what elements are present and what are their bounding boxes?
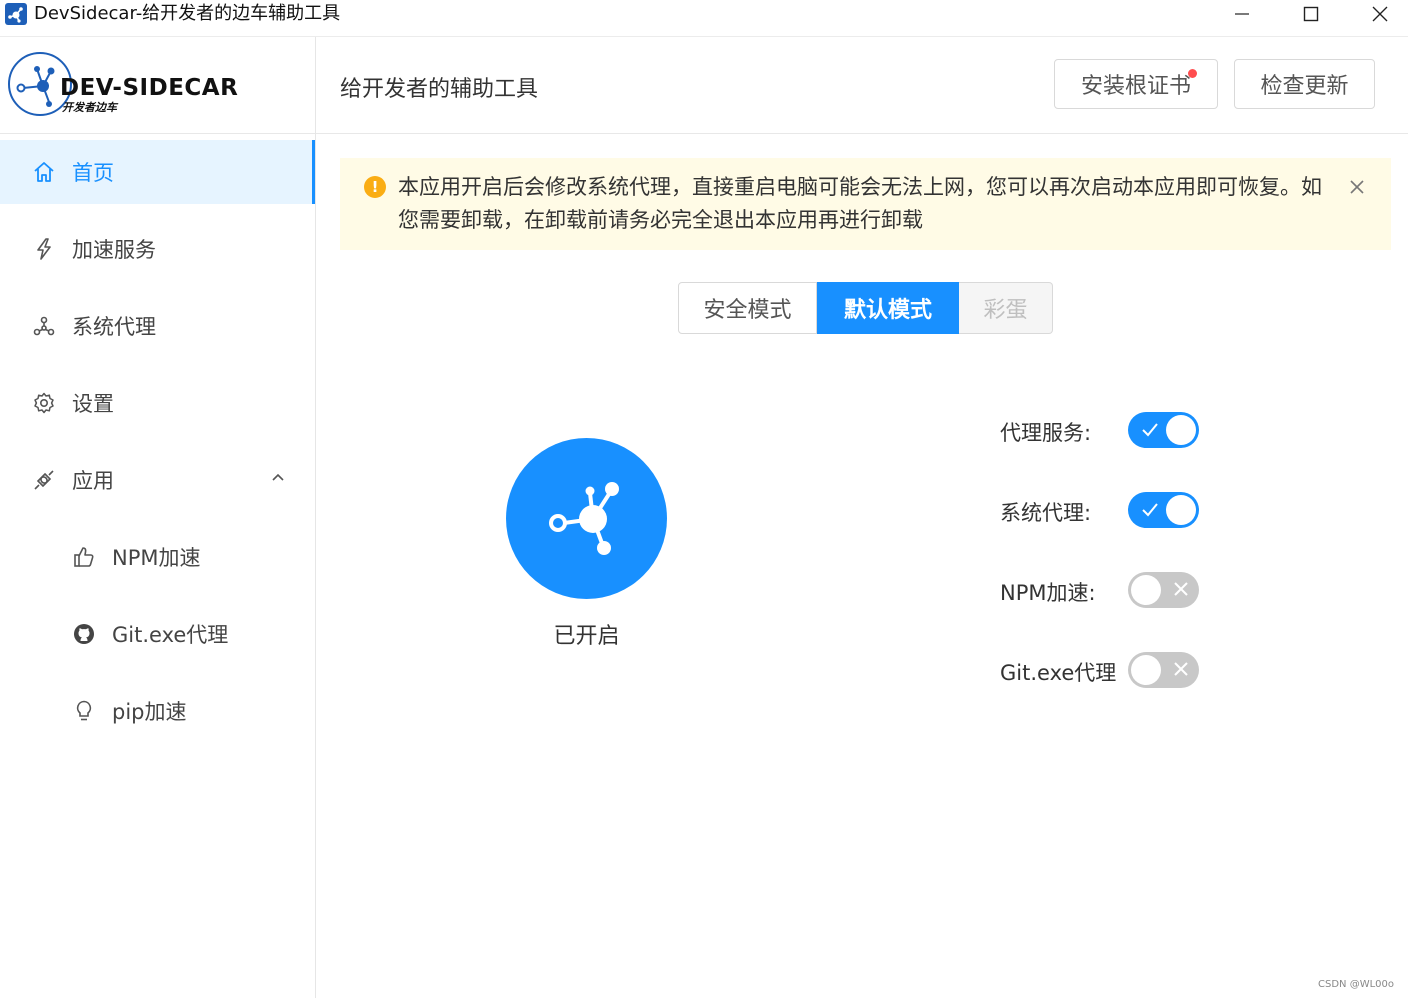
switch-knob	[1131, 655, 1161, 685]
check-update-button[interactable]: 检查更新	[1234, 59, 1375, 109]
switch-knob	[1166, 415, 1196, 445]
mode-easter-egg-button[interactable]: 彩蛋	[959, 282, 1053, 334]
x-icon	[1174, 662, 1188, 676]
thumbs-up-icon	[72, 545, 96, 569]
sidebar: DEV-SIDECAR 开发者边车 首页 加速服务 系统代理 设置 应用 NPM…	[0, 37, 316, 998]
proxy-service-label: 代理服务:	[1000, 421, 1092, 445]
bulb-icon	[72, 699, 96, 723]
window-titlebar: DevSidecar-给开发者的边车辅助工具	[0, 0, 1408, 37]
close-icon	[1372, 6, 1388, 22]
switch-knob	[1166, 495, 1196, 525]
network-icon	[32, 314, 56, 338]
npm-acceleration-switch[interactable]	[1128, 572, 1199, 608]
status-label: 已开启	[553, 624, 620, 649]
install-cert-button[interactable]: 安装根证书	[1054, 59, 1218, 109]
sidebar-item-home[interactable]: 首页	[0, 140, 315, 204]
system-proxy-switch[interactable]	[1128, 492, 1199, 528]
sidebar-item-apps[interactable]: 应用	[0, 448, 315, 512]
sidebar-item-label: pip加速	[112, 700, 187, 724]
hub-icon	[549, 482, 619, 555]
window-title: DevSidecar-给开发者的边车辅助工具	[34, 3, 341, 24]
check-icon	[1142, 503, 1158, 517]
header: 给开发者的辅助工具 安装根证书 检查更新	[316, 37, 1408, 134]
x-icon	[1174, 582, 1188, 596]
system-proxy-label: 系统代理:	[1000, 501, 1092, 525]
main-toggle-button[interactable]	[506, 438, 667, 599]
maximize-icon	[1303, 6, 1319, 22]
github-icon	[72, 622, 96, 646]
minimize-icon	[1235, 13, 1249, 15]
sidebar-item-label: 系统代理	[72, 315, 156, 339]
sidebar-item-settings[interactable]: 设置	[0, 371, 315, 435]
sidebar-item-label: 设置	[72, 392, 114, 416]
install-cert-label: 安装根证书	[1080, 74, 1191, 99]
git-proxy-label: Git.exe代理	[1000, 661, 1117, 685]
logo-text: DEV-SIDECAR	[60, 75, 239, 101]
home-icon	[32, 160, 56, 184]
maximize-button[interactable]	[1283, 0, 1339, 30]
mode-safe-button[interactable]: 安全模式	[678, 282, 817, 334]
npm-acceleration-label: NPM加速:	[1000, 581, 1096, 605]
switch-knob	[1131, 575, 1161, 605]
watermark: CSDN @WL00o	[1318, 979, 1394, 990]
page-title: 给开发者的辅助工具	[340, 77, 539, 102]
sidebar-item-system-proxy[interactable]: 系统代理	[0, 294, 315, 358]
logo-subtext: 开发者边车	[62, 101, 117, 114]
chevron-up-icon	[272, 473, 284, 481]
mode-default-button[interactable]: 默认模式	[817, 282, 959, 334]
warning-icon: !	[364, 176, 386, 198]
sidebar-item-label: Git.exe代理	[112, 623, 229, 647]
app-icon	[5, 3, 27, 25]
close-window-button[interactable]	[1352, 0, 1408, 30]
sidebar-item-acceleration[interactable]: 加速服务	[0, 217, 315, 281]
alert-message: 本应用开启后会修改系统代理，直接重启电脑可能会无法上网，您可以再次启动本应用即可…	[398, 175, 1322, 232]
close-icon[interactable]	[1347, 177, 1367, 197]
logo: DEV-SIDECAR 开发者边车	[0, 37, 315, 134]
minimize-button[interactable]	[1214, 0, 1270, 30]
sidebar-item-label: 加速服务	[72, 238, 156, 262]
check-icon	[1142, 423, 1158, 437]
gear-icon	[32, 391, 56, 415]
api-icon	[32, 468, 56, 492]
check-update-label: 检查更新	[1260, 74, 1349, 99]
mode-selector: 安全模式 默认模式 彩蛋	[678, 282, 1053, 334]
notification-dot	[1188, 69, 1197, 78]
sidebar-item-label: 应用	[72, 469, 114, 493]
sidebar-item-label: 首页	[72, 161, 114, 185]
sidebar-item-pip[interactable]: pip加速	[0, 679, 315, 743]
sidebar-item-npm[interactable]: NPM加速	[0, 525, 315, 589]
sidebar-item-git[interactable]: Git.exe代理	[0, 602, 315, 666]
lightning-icon	[32, 237, 56, 261]
warning-alert: ! 本应用开启后会修改系统代理，直接重启电脑可能会无法上网，您可以再次启动本应用…	[340, 158, 1391, 250]
sidebar-item-label: NPM加速	[112, 546, 201, 570]
git-proxy-switch[interactable]	[1128, 652, 1199, 688]
proxy-service-switch[interactable]	[1128, 412, 1199, 448]
